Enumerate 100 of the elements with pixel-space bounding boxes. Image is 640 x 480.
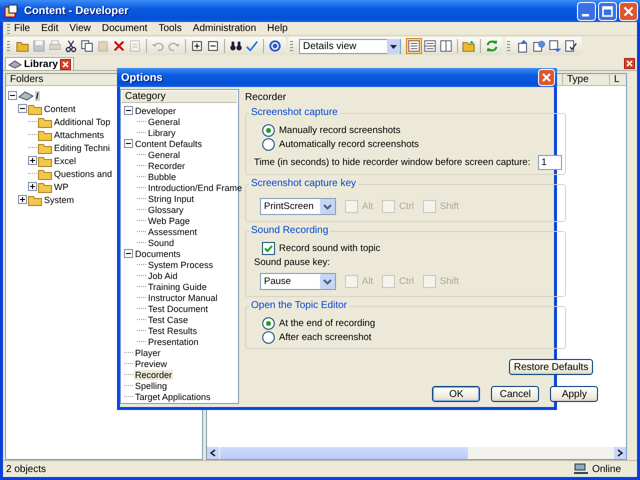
plus-icon[interactable] [190,39,204,53]
category-item[interactable]: Test Results [147,326,198,336]
close-icon[interactable] [60,58,71,70]
collapse-icon[interactable] [8,91,17,100]
grip-handle[interactable] [507,41,510,51]
ok-button[interactable]: OK [432,386,480,402]
restore-defaults-button[interactable]: Restore Defaults [508,359,594,375]
columns-view-icon[interactable] [439,39,453,53]
close-button[interactable] [538,69,555,86]
category-item[interactable]: Recorder [147,160,186,170]
category-item[interactable]: String Input [147,194,196,204]
category-item[interactable]: Introduction/End Frame [147,182,244,192]
column-header[interactable]: Type [562,74,609,85]
menu-item[interactable]: Administration [192,23,256,34]
expand-icon[interactable] [28,156,37,165]
folder-item[interactable]: Questions and [53,168,114,178]
field-label: Sound pause key: [254,256,330,268]
folder-item[interactable]: Attachments [53,130,106,140]
category-item[interactable]: Bubble [147,172,178,182]
close-button[interactable] [619,2,638,20]
refresh-icon[interactable] [485,39,499,53]
minimize-button[interactable] [577,2,596,20]
category-item[interactable]: Content Defaults [134,138,204,148]
category-item[interactable]: Documents [134,248,182,258]
radio-button[interactable] [262,138,275,150]
category-item[interactable]: System Process [147,260,214,270]
folder-item[interactable]: / [35,90,40,100]
category-item[interactable]: Web Page [147,216,191,226]
category-item[interactable]: Glossary [147,204,185,214]
grip-handle[interactable] [290,41,293,51]
binoculars-icon[interactable] [229,39,243,53]
category-item[interactable]: Assessment [147,226,198,236]
page-arrow-icon[interactable] [548,39,562,53]
collapse-icon[interactable] [18,104,27,113]
radio-button-selected[interactable] [262,124,275,136]
scroll-right-icon[interactable] [614,447,626,459]
horizontal-scrollbar[interactable] [207,447,626,459]
folder-icon [38,180,52,192]
folder-item[interactable]: Editing Techni [53,142,111,152]
menu-item[interactable]: File [14,23,30,34]
menu-item[interactable]: Edit [41,23,58,34]
expand-icon[interactable] [18,195,27,204]
folder-item[interactable]: Additional Top [53,116,112,126]
list-view-icon[interactable] [407,39,421,53]
category-item[interactable]: Test Case [147,314,190,324]
number-field[interactable]: 1 [538,155,562,170]
category-item[interactable]: Training Guide [147,282,208,292]
checkbox-checked[interactable] [262,242,275,254]
category-item[interactable]: Library [147,128,177,138]
category-item[interactable]: Instructor Manual [147,292,219,302]
scroll-left-icon[interactable] [207,447,219,459]
scissors-icon[interactable] [64,39,78,53]
category-item[interactable]: Developer [134,106,178,116]
minus-icon[interactable] [206,39,220,53]
category-item[interactable]: General [147,116,182,126]
category-item[interactable]: Spelling [134,380,168,390]
page-arrow-icon[interactable] [516,39,530,53]
folder-item[interactable]: Excel [53,156,78,166]
menu-item[interactable]: Tools [158,23,182,34]
help-icon[interactable] [268,39,282,53]
category-item[interactable]: Target Applications [134,392,212,402]
maximize-button[interactable] [598,2,617,20]
radio-button-selected[interactable] [262,316,275,330]
close-icon[interactable] [624,58,635,69]
cancel-button[interactable]: Cancel [491,386,540,402]
category-item[interactable]: Test Document [147,304,210,314]
collapse-icon[interactable] [124,106,133,115]
apply-button[interactable]: Apply [550,386,598,402]
folder-item[interactable]: System [43,194,76,204]
menu-item[interactable]: Document [102,23,148,34]
folder-icon[interactable] [16,39,30,53]
collapse-icon[interactable] [124,249,133,258]
category-item[interactable]: Presentation [147,336,200,346]
menu-item[interactable]: View [69,23,91,34]
collapse-icon[interactable] [124,139,133,148]
folder-icon [38,168,52,180]
expand-icon[interactable] [28,182,37,191]
view-dropdown[interactable]: Details view [299,38,401,54]
split-view-icon[interactable] [423,39,437,53]
page-check-icon[interactable] [564,39,578,53]
radio-button[interactable] [262,330,275,344]
column-header[interactable]: L [609,74,626,85]
category-item[interactable]: General [147,150,182,160]
category-item[interactable]: Sound [147,238,176,248]
checkbox-label: Shift [440,276,459,287]
menu-item[interactable]: Help [267,23,288,34]
key-dropdown[interactable]: PrintScreen [260,198,336,215]
category-item[interactable]: Preview [134,358,168,368]
scrollbar-thumb[interactable] [220,447,468,459]
category-item[interactable]: Recorder [134,370,174,380]
spellcheck-icon[interactable] [245,39,259,53]
folder-item[interactable]: Content [43,104,77,114]
key-dropdown[interactable]: Pause [260,273,336,290]
category-item[interactable]: Player [134,348,162,358]
library-tab[interactable]: Library [5,57,74,70]
category-item[interactable]: Job Aid [147,270,179,280]
copy-icon[interactable] [80,39,94,53]
folder-icon[interactable] [462,39,476,53]
delete-icon[interactable] [112,39,126,53]
folder-item[interactable]: WP [53,182,70,192]
